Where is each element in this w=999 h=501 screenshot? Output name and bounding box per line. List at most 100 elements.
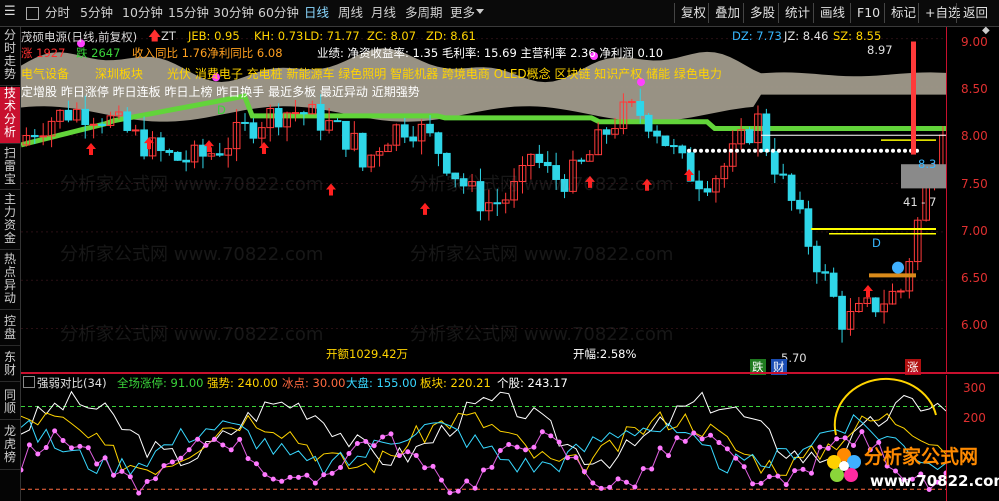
- candle-body: [451, 172, 460, 180]
- stats-button[interactable]: 统计: [778, 3, 810, 23]
- stock-indicator-dot: [674, 435, 680, 441]
- site-logo: 分析家公式网 www.70822.com: [824, 440, 999, 498]
- stock-indicator-dot: [430, 463, 436, 469]
- tab-period-daily[interactable]: 日线: [304, 3, 329, 23]
- tab-period-60min[interactable]: 60分钟: [258, 3, 299, 23]
- candle-body: [241, 121, 249, 124]
- stock-indicator-dot: [388, 431, 394, 437]
- stock-indicator-dot: [539, 429, 545, 435]
- indicator-full-zt: 全场涨停: 91.00: [117, 376, 204, 390]
- overlay-button[interactable]: 叠加: [708, 3, 740, 23]
- stock-indicator-dot: [750, 481, 756, 487]
- fuquan-button[interactable]: 复权: [674, 3, 706, 23]
- tab-period-multi[interactable]: 多周期: [405, 3, 443, 23]
- level-dot: [807, 148, 811, 153]
- stock-indicator-dot: [808, 470, 814, 476]
- mark-button[interactable]: 标记: [884, 3, 916, 23]
- candle-body: [89, 123, 98, 126]
- stock-indicator-dot: [598, 485, 604, 491]
- checkbox-icon[interactable]: [26, 7, 39, 20]
- tab-period-5min[interactable]: 5分钟: [80, 3, 113, 23]
- sidebar-item-saoleibao[interactable]: 扫雷宝: [0, 147, 20, 190]
- add-watchlist-button[interactable]: +自选: [918, 3, 960, 23]
- stock-indicator-dot: [556, 439, 562, 445]
- stock-indicator-dot: [169, 459, 175, 465]
- sidebar-item-main-capital[interactable]: 主力资金: [0, 193, 20, 250]
- tab-period-more[interactable]: 更多: [450, 3, 475, 23]
- level-dot: [723, 148, 727, 153]
- sidebar-item-dongcai[interactable]: 东财: [0, 351, 20, 382]
- level-dot: [693, 148, 697, 153]
- candle-body: [316, 103, 325, 131]
- candle-body: [678, 145, 687, 154]
- stock-indicator-dot: [262, 472, 268, 478]
- candle-body: [81, 108, 90, 126]
- kline-chart[interactable]: 茂硕电源(日线,前复权) 🡅 ZT JEB: 0.95 KH: 0.73 LD:…: [21, 27, 946, 375]
- candle-body: [300, 112, 308, 115]
- stock-indicator-dot: [699, 436, 705, 442]
- collapse-icon[interactable]: ◆: [982, 25, 990, 36]
- candle-body: [165, 150, 174, 153]
- stock-indicator-dot: [447, 490, 453, 496]
- tab-period-10min[interactable]: 10分钟: [122, 3, 163, 23]
- indicator-chart[interactable]: 强弱对比(34) 全场涨停: 91.00 强势: 240.00 冰点: 30.0…: [21, 375, 946, 501]
- price-tick: 6.00: [961, 318, 988, 332]
- candle-body: [157, 137, 165, 152]
- stock-indicator-dot: [94, 461, 100, 467]
- stock-indicator-line: [21, 430, 946, 495]
- stock-indicator-dot: [548, 433, 554, 439]
- level-dot: [699, 148, 703, 153]
- stock-indicator-dot: [581, 469, 587, 475]
- zhang-count: 涨 1927: [21, 46, 66, 60]
- dropdown-icon[interactable]: [476, 9, 484, 14]
- candle-body: [493, 202, 502, 205]
- sidebar-item-tongshun[interactable]: 同顺: [0, 389, 20, 420]
- stock-indicator-dot: [506, 441, 512, 447]
- level-dot: [825, 148, 829, 153]
- candle-body: [442, 152, 451, 174]
- indicator-svg: [21, 377, 946, 496]
- sidebar-item-fenshi[interactable]: 分时走势: [0, 29, 20, 86]
- tab-period-fenshi[interactable]: 分时: [45, 3, 70, 23]
- panel-divider[interactable]: [21, 372, 999, 374]
- stock-indicator-dot: [228, 447, 234, 453]
- indicator-menu-icon[interactable]: [23, 376, 35, 388]
- sidebar-item-kongpan[interactable]: 控盘: [0, 315, 20, 346]
- level-dot: [837, 148, 841, 153]
- stock-indicator-dot: [531, 444, 537, 450]
- stock-indicator-dot: [649, 466, 655, 472]
- sidebar-item-longhubang[interactable]: 龙虎榜: [0, 425, 20, 470]
- stock-indicator-dot: [346, 450, 352, 456]
- candle-body: [409, 136, 418, 142]
- menu-icon[interactable]: ☰: [4, 5, 18, 19]
- stock-indicator-dot: [859, 429, 865, 435]
- stock-indicator-dot: [758, 480, 764, 486]
- stock-indicator-dot: [472, 485, 478, 491]
- sidebar-item-tech-analysis[interactable]: 技术分析: [0, 87, 20, 144]
- stock-indicator-dot: [413, 452, 419, 458]
- tab-period-30min[interactable]: 30分钟: [213, 3, 254, 23]
- level-dot: [765, 148, 769, 153]
- tab-period-weekly[interactable]: 周线: [338, 3, 363, 23]
- level-dot: [813, 148, 817, 153]
- level-dot: [711, 148, 715, 153]
- price-tick: 8.50: [961, 82, 988, 96]
- stock-indicator-dot: [724, 446, 730, 452]
- sidebar-item-hotspot[interactable]: 热点异动: [0, 253, 20, 310]
- tab-period-monthly[interactable]: 月线: [371, 3, 396, 23]
- candle-body: [543, 161, 552, 167]
- draw-line-button[interactable]: 画线: [813, 3, 845, 23]
- f10-button[interactable]: F10: [850, 3, 880, 23]
- level-dot: [819, 148, 823, 153]
- candle-body: [476, 181, 485, 212]
- candle-body: [98, 123, 106, 126]
- multi-stock-button[interactable]: 多股: [743, 3, 775, 23]
- stock-indicator-dot: [565, 455, 571, 461]
- tab-period-15min[interactable]: 15分钟: [168, 3, 209, 23]
- stock-indicator-dot: [220, 442, 226, 448]
- indicator-name[interactable]: 强弱对比(34): [37, 375, 107, 391]
- candle-body: [560, 178, 569, 192]
- back-button[interactable]: 返回: [956, 3, 988, 23]
- candle-body: [779, 173, 788, 176]
- candle-body: [670, 145, 678, 148]
